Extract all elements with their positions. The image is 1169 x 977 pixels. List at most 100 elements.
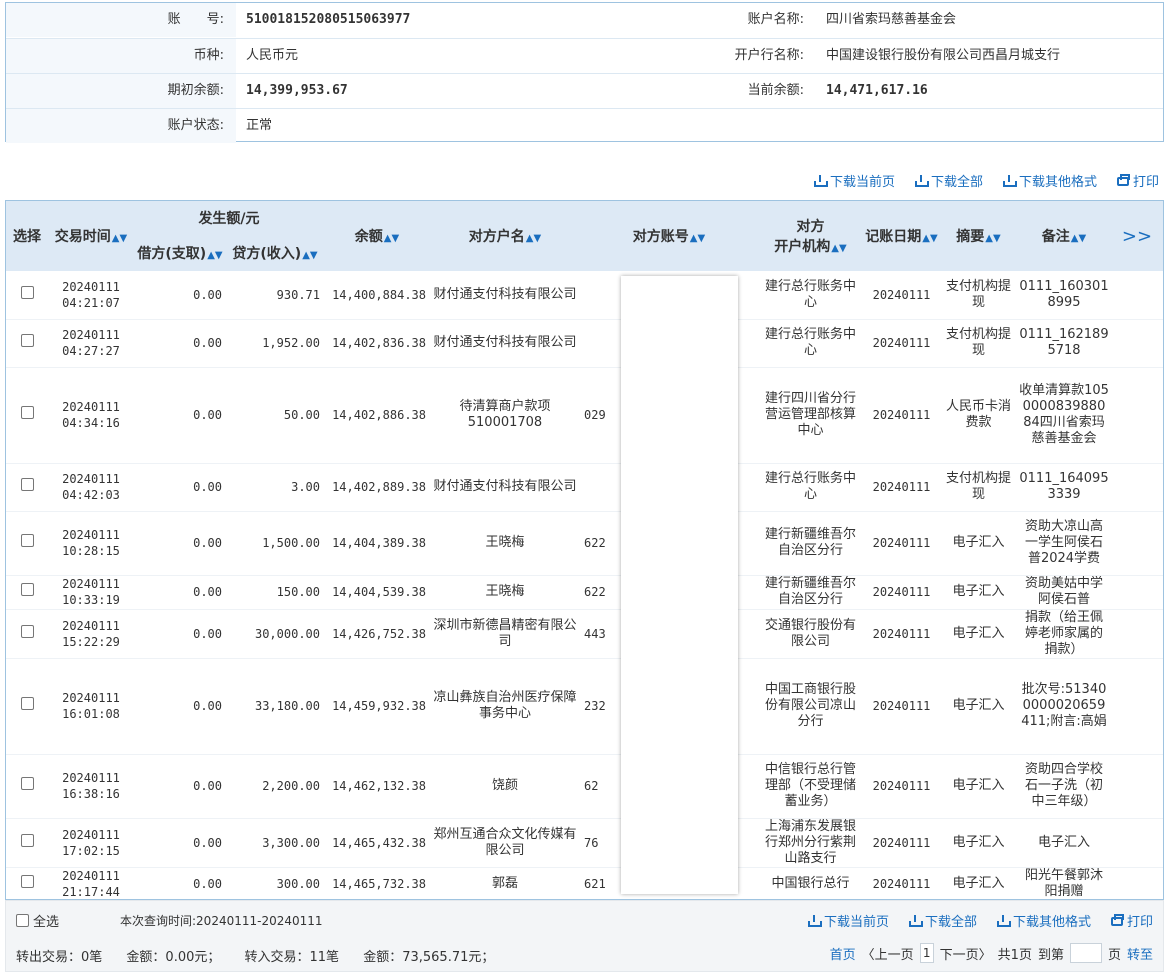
sort-icon[interactable]: ▲▼: [690, 233, 705, 244]
current-page[interactable]: 1: [919, 943, 934, 963]
table-row[interactable]: 20240111 21:17:44 0.00 300.00 14,465,732.38 郭…: [6, 867, 1163, 899]
debit-amount: 0.00: [134, 319, 226, 368]
row-select-cell: [6, 463, 48, 512]
col-counterparty[interactable]: 对方户名▲▼: [430, 201, 580, 271]
col-cp-account[interactable]: 对方账号▲▼: [580, 201, 758, 271]
table-row[interactable]: 20240111 16:38:16 0.00 2,200.00 14,462,132.3…: [6, 754, 1163, 819]
sort-icon[interactable]: ▲▼: [112, 233, 127, 244]
row-checkbox[interactable]: [20, 534, 34, 547]
col-amount-group: 发生额/元: [134, 201, 324, 235]
counterparty-name: 郑州互通合众文化传媒有限公司: [430, 818, 580, 868]
print-label: 打印: [1126, 915, 1153, 930]
txn-summary: 电子汇入: [940, 609, 1017, 659]
print-link[interactable]: 打印: [1110, 911, 1153, 930]
first-page-link[interactable]: 首页: [830, 944, 856, 963]
print-link[interactable]: 打印: [1116, 171, 1159, 190]
row-checkbox[interactable]: [20, 777, 34, 790]
select-all-label: 全选: [33, 915, 60, 930]
more-columns-button[interactable]: >>: [1111, 201, 1163, 271]
out-count: 转出交易：0笔: [16, 950, 103, 965]
table-row[interactable]: 20240111 17:02:15 0.00 3,300.00 14,465,432.3…: [6, 818, 1163, 868]
row-checkbox[interactable]: [20, 406, 34, 419]
txn-summary: 电子汇入: [940, 511, 1017, 576]
goto-page-input[interactable]: [1069, 943, 1102, 963]
col-time[interactable]: 交易时间▲▼: [48, 201, 134, 271]
table-footer: 全选 本次查询时间:20240111-20240111 下载当前页 下载全部 下…: [5, 900, 1164, 972]
download-other-format-link[interactable]: 下载其他格式: [996, 911, 1091, 930]
col-cp-account-label: 对方账号: [632, 229, 689, 245]
row-checkbox[interactable]: [20, 624, 34, 638]
download-icon: [908, 914, 923, 927]
table-row[interactable]: 20240111 15:22:29 0.00 30,000.00 14,426,752.…: [6, 609, 1163, 659]
row-select-cell: [6, 754, 48, 819]
sort-icon[interactable]: ▲▼: [384, 233, 399, 244]
sort-icon[interactable]: ▲▼: [831, 243, 846, 254]
download-all-link[interactable]: 下载全部: [914, 171, 983, 190]
info-row: 账 号: 510018152080515063977 账户名称: 四川省索玛慈善…: [6, 3, 1163, 38]
debit-amount: 0.00: [134, 609, 226, 659]
sort-icon[interactable]: ▲▼: [526, 233, 541, 244]
table-row[interactable]: 20240111 10:33:19 0.00 150.00 14,404,539.38 王…: [6, 575, 1163, 610]
txn-time: 20240111 04:27:27: [48, 319, 134, 368]
txn-clock: 04:27:27: [62, 344, 120, 358]
row-checkbox[interactable]: [20, 583, 34, 596]
balance-amount: 14,400,884.38: [324, 271, 430, 320]
txn-time: 20240111 04:42:03: [48, 463, 134, 512]
col-credit[interactable]: 贷方(收入)▲▼: [226, 235, 324, 271]
txn-summary: 人民币卡消费款: [940, 367, 1017, 464]
prev-page-link[interactable]: 〈上一页: [862, 944, 914, 963]
col-post-date[interactable]: 记账日期▲▼: [863, 201, 940, 271]
table-row[interactable]: 20240111 04:21:07 0.00 930.71 14,400,884.38 财…: [6, 271, 1163, 320]
post-date: 20240111: [863, 867, 940, 899]
col-remark[interactable]: 备注▲▼: [1017, 201, 1111, 271]
download-current-page-link[interactable]: 下载当前页: [807, 911, 889, 930]
post-date: 20240111: [863, 367, 940, 464]
row-checkbox[interactable]: [20, 285, 34, 299]
col-summary[interactable]: 摘要▲▼: [940, 201, 1017, 271]
row-checkbox[interactable]: [20, 833, 34, 847]
table-row[interactable]: 20240111 10:28:15 0.00 1,500.00 14,404,389.3…: [6, 511, 1163, 576]
download-icon: [914, 174, 929, 187]
row-checkbox[interactable]: [20, 334, 34, 347]
redaction-mask: [621, 276, 738, 894]
next-page-link[interactable]: 下一页〉: [940, 944, 992, 963]
bottom-toolbar: 下载当前页 下载全部 下载其他格式 打印: [807, 911, 1153, 930]
download-all-link[interactable]: 下载全部: [908, 911, 977, 930]
sort-icon[interactable]: ▲▼: [1071, 233, 1086, 244]
sort-icon[interactable]: ▲▼: [207, 250, 222, 261]
download-other-format-link[interactable]: 下载其他格式: [1002, 171, 1097, 190]
credit-amount: 50.00: [226, 367, 324, 464]
txn-remark: 捐款（给王佩婷老师家属的捐款）: [1017, 609, 1111, 659]
txn-time: 20240111 15:22:29: [48, 609, 134, 659]
debit-amount: 0.00: [134, 754, 226, 819]
query-time: 本次查询时间:20240111-20240111: [120, 914, 323, 928]
txn-time: 20240111 21:17:44: [48, 867, 134, 899]
select-all-checkbox[interactable]: [16, 914, 29, 927]
download-current-page-link[interactable]: 下载当前页: [813, 171, 895, 190]
table-row[interactable]: 20240111 04:34:16 0.00 50.00 14,402,886.38 待清…: [6, 367, 1163, 464]
row-checkbox[interactable]: [20, 478, 34, 491]
txn-summary: 电子汇入: [940, 575, 1017, 610]
sort-icon[interactable]: ▲▼: [922, 233, 937, 244]
counterparty-bank: 建行总行账务中心: [758, 271, 863, 320]
table-row[interactable]: 20240111 04:27:27 0.00 1,952.00 14,402,836.3…: [6, 319, 1163, 368]
col-counterparty-label: 对方户名: [468, 229, 525, 245]
row-select-cell: [6, 511, 48, 576]
col-cp-bank[interactable]: 对方 开户机构▲▼: [758, 201, 863, 271]
counterparty-name: 待清算商户款项510001708: [430, 367, 580, 464]
credit-amount: 1,500.00: [226, 511, 324, 576]
sort-icon[interactable]: ▲▼: [985, 233, 1000, 244]
row-checkbox[interactable]: [20, 875, 34, 888]
row-checkbox[interactable]: [20, 697, 34, 710]
select-all[interactable]: 全选: [16, 911, 59, 930]
goto-button[interactable]: 转至: [1127, 944, 1153, 963]
col-debit[interactable]: 借方(支取)▲▼: [134, 235, 226, 271]
txn-clock: 04:42:03: [62, 488, 120, 502]
table-row[interactable]: 20240111 04:42:03 0.00 3.00 14,402,889.38 财付通…: [6, 463, 1163, 512]
post-date: 20240111: [863, 511, 940, 576]
sort-icon[interactable]: ▲▼: [302, 250, 317, 261]
col-balance[interactable]: 余额▲▼: [324, 201, 430, 271]
top-toolbar: 下载当前页 下载全部 下载其他格式 打印: [813, 171, 1159, 190]
table-row[interactable]: 20240111 16:01:08 0.00 33,180.00 14,459,932.…: [6, 658, 1163, 755]
txn-time: 20240111 16:38:16: [48, 754, 134, 819]
